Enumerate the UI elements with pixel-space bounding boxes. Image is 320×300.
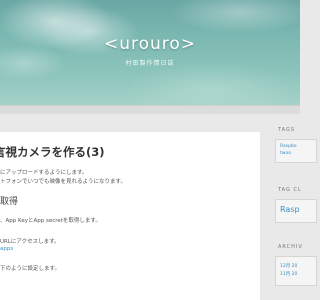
post-content: 言視カメラを作る(3) にアップロードするようにします。 トフォンでいつでも映像… xyxy=(0,132,260,300)
tag-cloud-link[interactable]: Rasp xyxy=(280,205,300,214)
archive-link[interactable]: 11月 20 xyxy=(280,271,297,277)
sidebar: TAGS Raspbe twoo TAG CL Rasp ARCHIV 12月 … xyxy=(272,113,317,300)
archive-box: 12月 20 11月 20 xyxy=(275,256,317,286)
tags-box: Raspbe twoo xyxy=(275,139,317,163)
intro-line-1: にアップロードするようにします。 xyxy=(0,170,88,176)
post-title[interactable]: 言視カメラを作る(3) xyxy=(0,144,105,160)
archive-link[interactable]: 12月 20 xyxy=(280,263,297,269)
tags-heading: TAGS xyxy=(278,127,296,133)
tag-link[interactable]: twoo xyxy=(280,151,291,156)
step-1-text: 、App KeyとApp secretを取得します。 xyxy=(0,218,101,224)
step-3-text: 下のように設定します。 xyxy=(0,266,60,272)
apps-link[interactable]: apps xyxy=(0,246,13,252)
section-heading: 取得 xyxy=(0,197,19,207)
tag-cloud-box: Rasp xyxy=(275,199,317,223)
header-divider xyxy=(0,105,300,114)
site-description: 村田製作情日誌 xyxy=(125,60,175,67)
tag-cloud-heading: TAG CL xyxy=(278,187,302,193)
archive-heading: ARCHIV xyxy=(278,244,303,250)
site-title[interactable]: <urouro> xyxy=(0,34,300,54)
step-2-text: URLにアクセスします。 xyxy=(0,239,60,245)
tag-link[interactable]: Raspbe xyxy=(280,144,297,149)
intro-line-2: トフォンでいつでも映像を見れるようになります。 xyxy=(0,179,126,185)
site-header: <urouro> 村田製作情日誌 xyxy=(0,0,300,105)
